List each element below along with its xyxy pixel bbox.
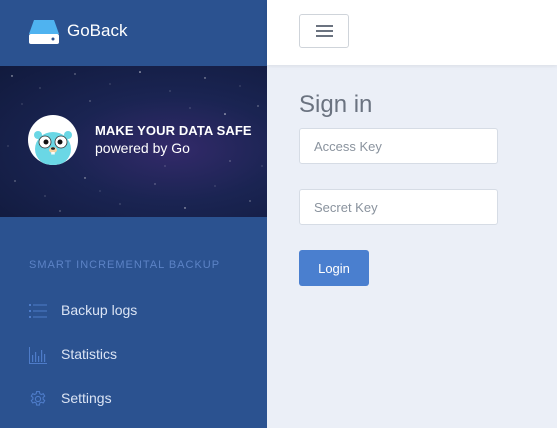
- hero-subtitle: powered by Go: [95, 140, 190, 156]
- sidebar-section-title: SMART INCREMENTAL BACKUP: [29, 259, 221, 271]
- secret-key-input[interactable]: [299, 189, 498, 225]
- sidebar: GoBack MAKE YOUR DATA SAFE powered by Go…: [0, 0, 267, 428]
- brand[interactable]: GoBack: [0, 0, 267, 66]
- sidebar-item-settings[interactable]: Settings: [0, 379, 267, 419]
- sidebar-item-label: Statistics: [61, 346, 118, 362]
- sidebar-item-label: Backup logs: [61, 302, 138, 318]
- sidebar-item-label: Settings: [61, 390, 112, 406]
- drive-icon: [29, 20, 59, 44]
- gopher-avatar-icon: [28, 115, 78, 165]
- access-key-input[interactable]: [299, 128, 498, 164]
- hamburger-icon[interactable]: [299, 14, 349, 48]
- sidebar-item-backup-logs[interactable]: Backup logs: [0, 291, 267, 331]
- brand-name: GoBack: [67, 21, 128, 40]
- bar-chart-icon: [29, 347, 47, 364]
- hero-tagline: MAKE YOUR DATA SAFE: [95, 123, 252, 138]
- gear-icon: [30, 391, 46, 406]
- page-title: Sign in: [299, 91, 373, 118]
- list-icon: [29, 304, 47, 318]
- login-button[interactable]: Login: [299, 250, 369, 286]
- top-bar: [267, 0, 557, 65]
- sidebar-item-statistics[interactable]: Statistics: [0, 335, 267, 375]
- hero-banner: MAKE YOUR DATA SAFE powered by Go: [0, 66, 267, 217]
